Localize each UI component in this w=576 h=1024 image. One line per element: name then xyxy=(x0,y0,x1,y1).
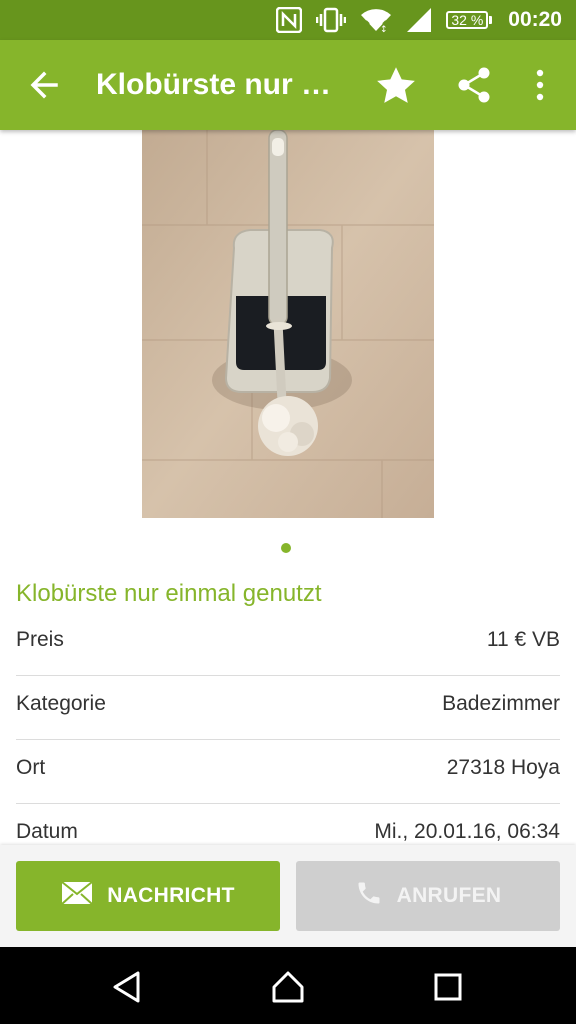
nav-back-icon[interactable] xyxy=(110,969,146,1005)
listing-title: Klobürste nur einmal genutzt xyxy=(16,580,322,607)
detail-label: Kategorie xyxy=(16,692,106,715)
detail-label: Ort xyxy=(16,756,46,779)
nav-home-icon[interactable] xyxy=(270,969,306,1005)
cell-signal-icon xyxy=(406,7,432,33)
message-button[interactable]: NACHRICHT xyxy=(16,861,280,931)
page-title: Klobürste nur ei... xyxy=(96,68,346,101)
clock: 00:20 xyxy=(508,8,562,31)
app-bar: Klobürste nur ei... xyxy=(0,40,576,130)
action-bar: NACHRICHT ANRUFEN xyxy=(0,845,576,947)
vibrate-icon xyxy=(316,7,347,33)
image-page-indicator xyxy=(281,543,291,553)
product-photo[interactable] xyxy=(142,130,434,518)
battery-icon: 32 % xyxy=(446,11,493,29)
call-button[interactable]: ANRUFEN xyxy=(296,861,560,931)
detail-value: Mi., 20.01.16, 06:34 xyxy=(374,820,560,843)
phone-icon xyxy=(355,879,383,913)
detail-value: Badezimmer xyxy=(442,692,560,715)
envelope-icon xyxy=(61,881,93,911)
svg-text:↕: ↕ xyxy=(380,25,388,33)
more-vert-icon[interactable] xyxy=(528,66,552,104)
detail-row-location: Ort 27318 Hoya xyxy=(16,740,560,804)
star-icon[interactable] xyxy=(374,64,418,108)
detail-label: Preis xyxy=(16,628,64,651)
message-button-label: NACHRICHT xyxy=(107,884,235,907)
detail-row-price: Preis 11 € VB xyxy=(16,612,560,676)
system-nav-bar xyxy=(0,947,576,1024)
detail-value: 27318 Hoya xyxy=(446,756,560,779)
status-bar: ↕ 32 % 00:20 xyxy=(0,0,576,40)
back-arrow-icon[interactable] xyxy=(26,66,64,104)
battery-level: 32 % xyxy=(446,11,489,29)
detail-value: 11 € VB xyxy=(486,628,560,651)
nfc-icon xyxy=(276,7,303,33)
nav-recents-icon[interactable] xyxy=(430,969,466,1005)
call-button-label: ANRUFEN xyxy=(396,884,502,907)
wifi-icon: ↕ xyxy=(360,7,392,33)
detail-row-category: Kategorie Badezimmer xyxy=(16,676,560,740)
detail-label: Datum xyxy=(16,820,78,843)
share-icon[interactable] xyxy=(456,66,492,104)
